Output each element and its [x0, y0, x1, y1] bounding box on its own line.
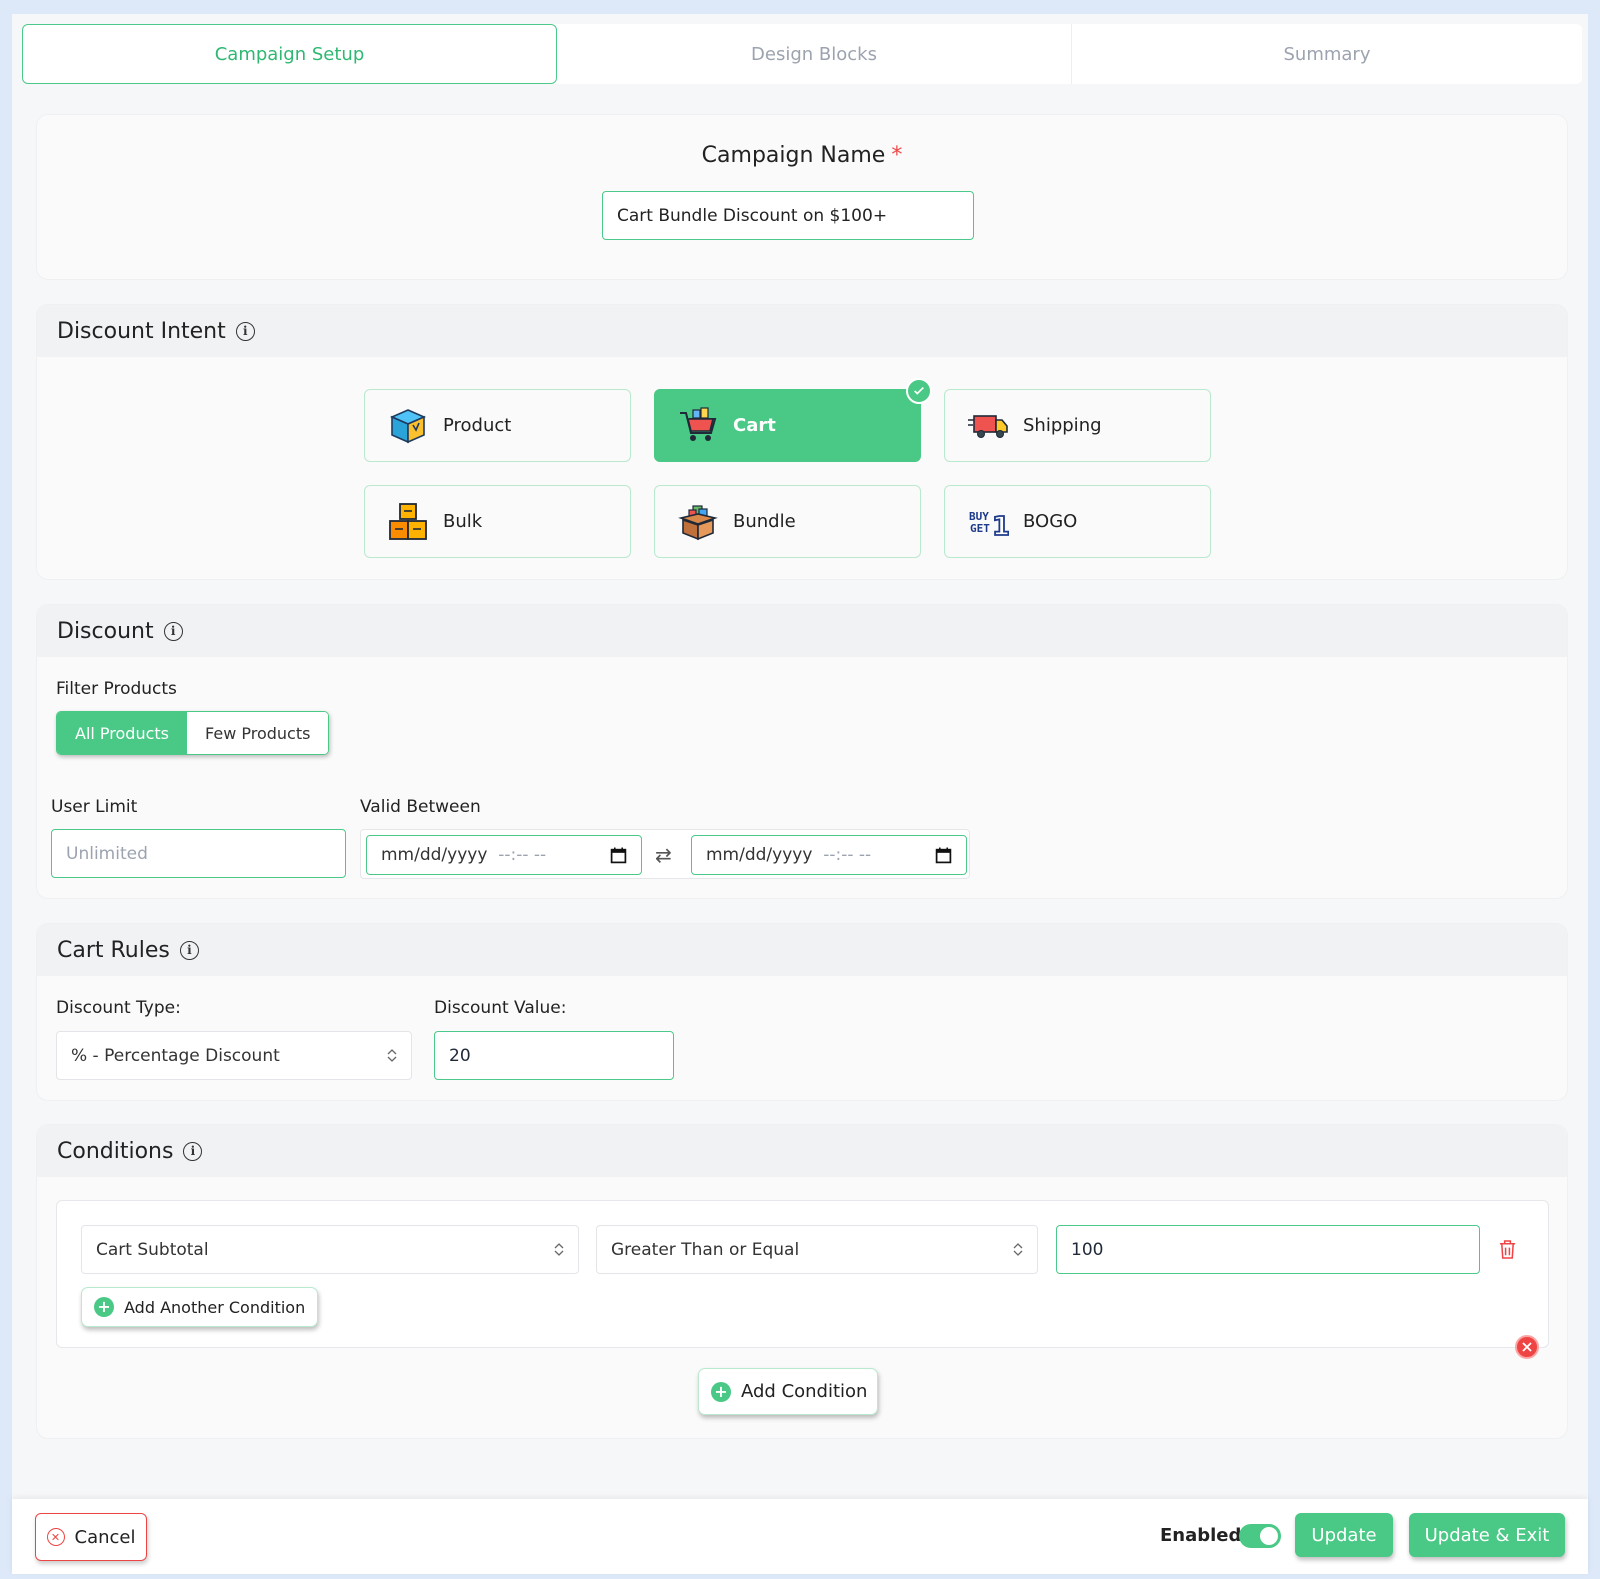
tab-design-blocks[interactable]: Design Blocks — [557, 24, 1071, 84]
filter-products-toggle: All Products Few Products — [56, 711, 330, 755]
input-value: 20 — [449, 1045, 471, 1066]
discount-value-input[interactable]: 20 — [434, 1031, 674, 1080]
info-icon[interactable]: i — [163, 621, 183, 641]
info-icon[interactable]: i — [235, 321, 255, 341]
discount-value-label: Discount Value: — [434, 998, 567, 1018]
intent-cart[interactable]: Cart — [654, 378, 932, 462]
section-title: Conditions — [57, 1138, 174, 1164]
user-limit-input[interactable]: Unlimited — [51, 829, 346, 878]
condition-value-input[interactable]: 100 — [1056, 1225, 1480, 1274]
button-label: Add Another Condition — [124, 1297, 306, 1317]
intent-label: Bundle — [733, 511, 796, 532]
cart-rules-card: Cart Rules i Discount Type: % - Percenta… — [36, 923, 1568, 1101]
discount-type-select[interactable]: % - Percentage Discount — [56, 1031, 412, 1080]
discount-type-label: Discount Type: — [56, 998, 181, 1018]
info-icon[interactable]: i — [179, 940, 199, 960]
filter-all-products[interactable]: All Products — [57, 712, 188, 754]
conditions-card: Conditions i Cart Subtotal Greater Than … — [36, 1124, 1568, 1439]
condition-group: Cart Subtotal Greater Than or Equal 100 — [56, 1200, 1549, 1348]
select-value: Greater Than or Equal — [611, 1239, 800, 1260]
intent-bogo[interactable]: BUY GET 1 BOGO — [944, 485, 1211, 558]
stacked-boxes-icon — [389, 502, 427, 540]
cart-rules-header: Cart Rules i — [37, 924, 1567, 976]
buy1-get1-icon: BUY GET 1 — [969, 510, 1009, 543]
plus-icon: + — [94, 1297, 114, 1317]
condition-operator-select[interactable]: Greater Than or Equal — [596, 1225, 1038, 1274]
date-placeholder: mm/dd/yyyy --:-- -- — [381, 845, 547, 865]
cart-icon — [680, 406, 717, 441]
conditions-header: Conditions i — [37, 1125, 1567, 1177]
user-limit-placeholder: Unlimited — [66, 843, 148, 864]
intent-label: Cart — [733, 415, 776, 436]
select-value: Cart Subtotal — [96, 1239, 209, 1260]
swap-arrows-icon: ⇄ — [655, 843, 672, 867]
tab-summary[interactable]: Summary — [1071, 24, 1582, 84]
svg-text:1: 1 — [992, 512, 1009, 542]
date-range: mm/dd/yyyy --:-- -- ⇄ mm/dd/yyyy --:-- -… — [360, 829, 970, 879]
add-another-condition-button[interactable]: + Add Another Condition — [81, 1287, 319, 1327]
intent-bundle[interactable]: Bundle — [654, 485, 921, 558]
section-title: Discount — [57, 618, 154, 644]
date-placeholder: mm/dd/yyyy --:-- -- — [706, 845, 872, 865]
chevron-up-down-icon — [1013, 1243, 1023, 1256]
open-box-icon — [678, 504, 718, 540]
cancel-button[interactable]: ✕ Cancel — [35, 1513, 147, 1561]
input-value: 100 — [1071, 1239, 1104, 1260]
app-frame: Campaign Setup Design Blocks Summary Cam… — [12, 14, 1588, 1574]
intent-bulk[interactable]: Bulk — [364, 485, 631, 558]
intent-label: BOGO — [1023, 511, 1078, 532]
truck-icon — [968, 414, 1008, 438]
close-circle-icon: ✕ — [46, 1528, 65, 1546]
user-limit-label: User Limit — [51, 797, 138, 817]
button-label: Add Condition — [741, 1381, 868, 1402]
filter-few-products[interactable]: Few Products — [187, 712, 329, 754]
section-title: Cart Rules — [57, 937, 170, 963]
valid-between-label: Valid Between — [360, 797, 481, 817]
campaign-name-card: Campaign Name * — [36, 114, 1568, 280]
tab-campaign-setup[interactable]: Campaign Setup — [22, 24, 557, 84]
footer-bar: ✕ Cancel Enabled Update Update & Exit — [12, 1499, 1588, 1574]
campaign-name-input[interactable] — [602, 191, 974, 240]
chevron-up-down-icon — [554, 1243, 564, 1256]
add-condition-button[interactable]: + Add Condition — [698, 1368, 879, 1415]
intent-label: Shipping — [1023, 415, 1102, 436]
remove-group-icon[interactable] — [1515, 1335, 1539, 1359]
wizard-tabs: Campaign Setup Design Blocks Summary — [22, 24, 1582, 84]
update-exit-button[interactable]: Update & Exit — [1409, 1513, 1565, 1557]
chevron-up-down-icon — [387, 1049, 397, 1062]
section-title: Discount Intent — [57, 318, 226, 344]
plus-icon: + — [711, 1381, 731, 1402]
campaign-name-label: Campaign Name * — [701, 143, 903, 168]
calendar-icon[interactable] — [935, 847, 952, 864]
discount-intent-card: Discount Intent i Product Cart Shipping … — [36, 304, 1568, 580]
enabled-label: Enabled — [1160, 1525, 1242, 1546]
condition-field-select[interactable]: Cart Subtotal — [81, 1225, 579, 1274]
intent-label: Product — [443, 415, 512, 436]
intent-product[interactable]: Product — [364, 389, 631, 462]
filter-products-label: Filter Products — [56, 679, 177, 699]
trash-icon[interactable] — [1498, 1239, 1517, 1260]
info-icon[interactable]: i — [183, 1141, 203, 1161]
discount-intent-header: Discount Intent i — [37, 305, 1567, 357]
start-date-input[interactable]: mm/dd/yyyy --:-- -- — [366, 835, 642, 875]
selected-check-icon — [906, 378, 932, 404]
end-date-input[interactable]: mm/dd/yyyy --:-- -- — [691, 835, 967, 875]
select-value: % - Percentage Discount — [71, 1045, 280, 1066]
enabled-toggle[interactable] — [1239, 1524, 1281, 1548]
intent-shipping[interactable]: Shipping — [944, 389, 1211, 462]
discount-card: Discount i Filter Products All Products … — [36, 604, 1568, 899]
discount-header: Discount i — [37, 605, 1567, 657]
svg-text:GET: GET — [970, 522, 990, 535]
button-label: Cancel — [74, 1526, 136, 1548]
required-mark: * — [891, 143, 903, 168]
intent-label: Bulk — [443, 511, 483, 532]
update-button[interactable]: Update — [1295, 1513, 1393, 1557]
calendar-icon[interactable] — [610, 847, 627, 864]
box-icon — [390, 408, 426, 443]
